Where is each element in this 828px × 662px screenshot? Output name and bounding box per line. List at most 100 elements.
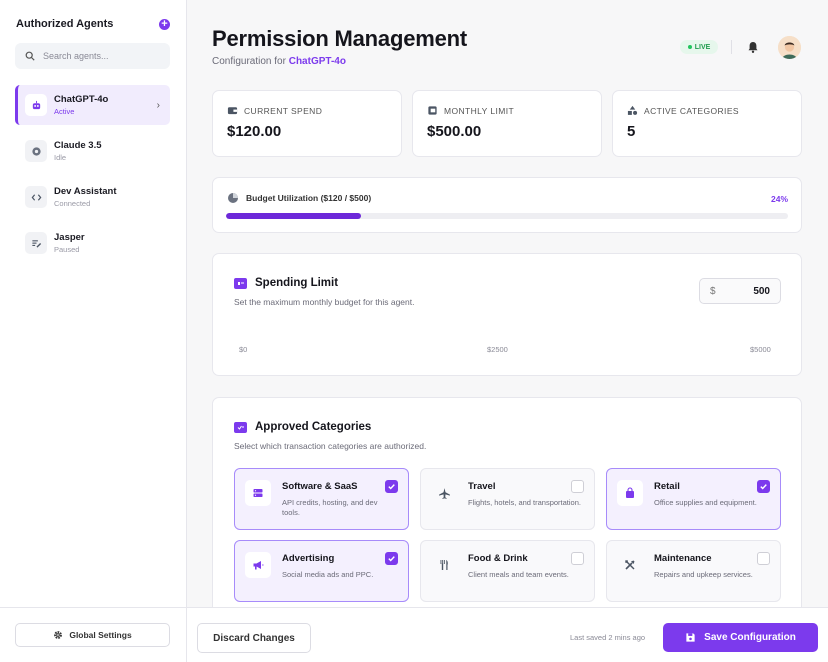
avatar[interactable] [778, 36, 801, 59]
category-software-saas[interactable]: Software & SaaS API credits, hosting, an… [234, 468, 409, 530]
slider-tick-min: $0 [239, 345, 248, 354]
last-saved-text: Last saved 2 mins ago [570, 633, 646, 642]
dollar-card-icon [234, 277, 247, 289]
bell-icon[interactable] [746, 40, 760, 54]
spending-limit-title: Spending Limit [255, 277, 339, 289]
chevron-right-icon: › [156, 99, 160, 111]
pen-icon [25, 232, 47, 254]
category-name: Maintenance [654, 553, 712, 564]
sidebar-item-chatgpt-4o[interactable]: ChatGPT-4o Active › [15, 85, 170, 125]
sidebar-title: Authorized Agents [16, 18, 114, 30]
save-configuration-button[interactable]: Save Configuration [663, 623, 818, 652]
shapes-icon [627, 105, 638, 115]
category-checkbox[interactable] [757, 552, 770, 565]
budget-progress-bar [226, 213, 788, 219]
plane-icon [431, 480, 457, 506]
budget-percent: 24% [770, 194, 788, 204]
code-icon [25, 186, 47, 208]
category-name: Food & Drink [468, 553, 528, 564]
category-food-drink[interactable]: Food & Drink Client meals and team event… [420, 540, 595, 602]
wallet-icon [227, 107, 238, 115]
stat-value: 5 [627, 123, 636, 140]
category-advertising[interactable]: Advertising Social media ads and PPC. [234, 540, 409, 602]
search-box[interactable] [15, 43, 170, 69]
agent-name: Jasper [54, 231, 85, 243]
approved-categories-card: Approved Categories Select which transac… [212, 397, 802, 627]
stat-label: MONTHLY LIMIT [444, 105, 515, 116]
megaphone-icon [245, 552, 271, 578]
limit-input-box[interactable]: $ [699, 278, 781, 304]
stat-label: ACTIVE CATEGORIES [644, 105, 739, 116]
category-checkbox[interactable] [757, 480, 770, 493]
category-travel[interactable]: Travel Flights, hotels, and transportati… [420, 468, 595, 530]
search-input[interactable] [43, 51, 158, 61]
stat-card-active-categories: ACTIVE CATEGORIES 5 [612, 90, 802, 157]
search-icon [25, 51, 35, 61]
category-name: Software & SaaS [282, 481, 358, 492]
stat-label: CURRENT SPEND [244, 105, 323, 116]
budget-progress-fill [226, 213, 361, 219]
calendar-card-icon [428, 106, 437, 115]
footer-bar: Discard Changes Last saved 2 mins ago Sa… [187, 607, 828, 662]
subtitle-agent: ChatGPT-4o [288, 56, 346, 67]
category-retail[interactable]: Retail Office supplies and equipment. [606, 468, 781, 530]
currency-symbol: $ [710, 285, 716, 297]
limit-input[interactable] [722, 285, 770, 297]
sidebar-header: Authorized Agents + [16, 17, 170, 31]
agent-name: Dev Assistant [54, 185, 117, 197]
utensils-icon [431, 552, 457, 578]
agent-status: Connected [54, 198, 91, 208]
category-desc: Social media ads and PPC. [282, 570, 374, 579]
robot-icon [25, 94, 47, 116]
stat-value: $120.00 [227, 123, 282, 140]
live-dot-icon [687, 45, 692, 49]
slider-tick-max: $5000 [750, 345, 771, 354]
live-badge: LIVE [680, 40, 718, 54]
categories-title: Approved Categories [255, 421, 372, 433]
stat-card-monthly-limit: MONTHLY LIMIT $500.00 [412, 90, 602, 157]
budget-utilization-card: Budget Utilization ($120 / $500) 24% [212, 177, 802, 233]
category-checkbox[interactable] [385, 480, 398, 493]
header-divider [731, 40, 732, 54]
category-desc: API credits, hosting, and dev tools. [282, 498, 378, 517]
tools-icon [617, 552, 643, 578]
category-maintenance[interactable]: Maintenance Repairs and upkeep services. [606, 540, 781, 602]
agent-name: Claude 3.5 [54, 139, 102, 151]
discard-changes-button[interactable]: Discard Changes [197, 623, 311, 653]
save-configuration-label: Save Configuration [704, 632, 796, 643]
sidebar-footer: Global Settings [0, 607, 187, 662]
agent-status: Idle [54, 152, 67, 162]
category-desc: Repairs and upkeep services. [654, 570, 753, 579]
floppy-disk-icon [686, 633, 695, 642]
sidebar-item-jasper[interactable]: Jasper Paused [15, 223, 170, 263]
sidebar-item-claude-3-5[interactable]: Claude 3.5 Idle [15, 131, 170, 171]
category-desc: Flights, hotels, and transportation. [468, 498, 581, 507]
agent-name: ChatGPT-4o [54, 93, 109, 105]
category-checkbox[interactable] [571, 480, 584, 493]
agent-status: Active [54, 106, 75, 116]
brain-icon [25, 140, 47, 162]
category-name: Advertising [282, 553, 335, 564]
stat-card-current-spend: CURRENT SPEND $120.00 [212, 90, 402, 157]
category-checkbox[interactable] [571, 552, 584, 565]
category-name: Travel [468, 481, 496, 492]
categories-subtitle: Select which transaction categories are … [234, 441, 427, 451]
checklist-icon [234, 421, 247, 433]
sidebar-item-dev-assistant[interactable]: Dev Assistant Connected [15, 177, 170, 217]
category-checkbox[interactable] [385, 552, 398, 565]
stat-value: $500.00 [427, 123, 482, 140]
page-subtitle: Configuration for ChatGPT-4o [212, 56, 346, 67]
budget-label: Budget Utilization ($120 / $500) [246, 193, 372, 203]
global-settings-button[interactable]: Global Settings [15, 623, 170, 647]
slider-tick-mid: $2500 [487, 345, 508, 354]
spending-limit-subtitle: Set the maximum monthly budget for this … [234, 297, 415, 307]
gear-icon [54, 631, 63, 639]
add-agent-icon[interactable]: + [159, 18, 170, 30]
category-name: Retail [654, 481, 680, 492]
agent-status: Paused [54, 244, 80, 254]
server-icon [245, 480, 271, 506]
category-desc: Office supplies and equipment. [654, 498, 757, 507]
category-desc: Client meals and team events. [468, 570, 569, 579]
live-badge-label: LIVE [694, 43, 711, 51]
page-title: Permission Management [212, 26, 467, 51]
